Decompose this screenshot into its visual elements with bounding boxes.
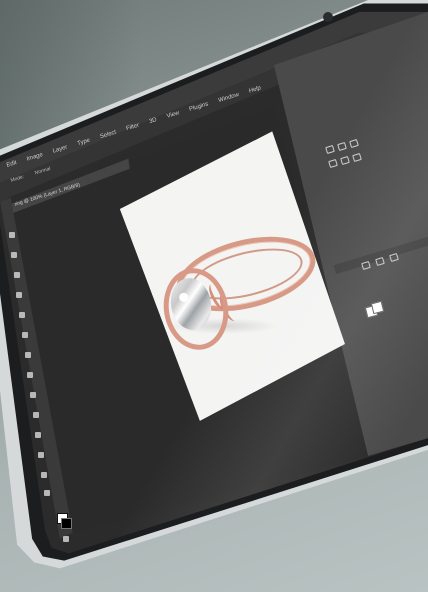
camera-dot: [323, 12, 333, 22]
gradient-tool-icon[interactable]: [30, 392, 36, 398]
type-tool-icon[interactable]: [35, 432, 41, 438]
path-select-icon[interactable]: [38, 452, 44, 458]
background-color-swatch[interactable]: [61, 518, 72, 529]
eyedropper-tool-icon[interactable]: [19, 312, 25, 318]
lasso-tool-icon[interactable]: [14, 272, 20, 278]
hand-tool-icon[interactable]: [44, 490, 50, 496]
tablet-device: Edit Image Layer Type Select Filter 3D V…: [0, 0, 428, 592]
marquee-tool-icon[interactable]: [11, 252, 17, 258]
shape-tool-icon[interactable]: [41, 472, 47, 478]
brush-tool-icon[interactable]: [22, 332, 28, 338]
zoom-tool-icon[interactable]: [63, 536, 69, 542]
pen-tool-icon[interactable]: [33, 412, 39, 418]
crop-tool-icon[interactable]: [16, 292, 22, 298]
eraser-tool-icon[interactable]: [27, 372, 33, 378]
photo-scene: Edit Image Layer Type Select Filter 3D V…: [0, 0, 428, 592]
move-tool-icon[interactable]: [9, 232, 15, 238]
stamp-tool-icon[interactable]: [25, 352, 31, 358]
